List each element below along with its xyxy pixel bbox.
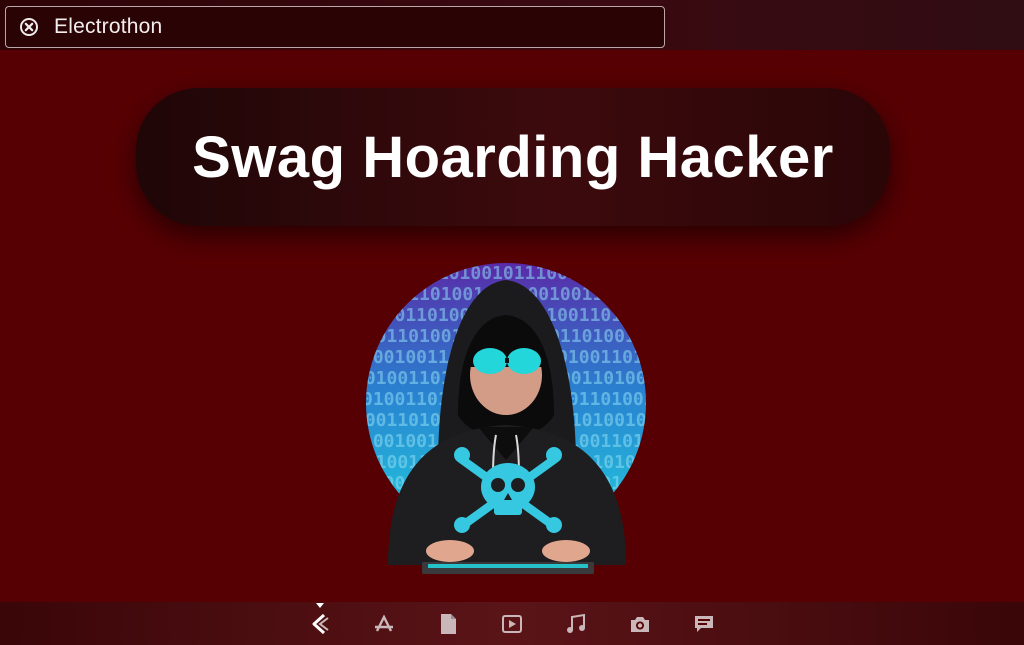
hacker-illustration: 1001001101001011100100110100101100100110… bbox=[358, 255, 658, 585]
dock-launcher[interactable] bbox=[288, 602, 352, 645]
camera-icon bbox=[629, 614, 651, 634]
top-bar: Electrothon bbox=[0, 0, 1024, 50]
window-title: Electrothon bbox=[54, 15, 163, 38]
music-icon bbox=[565, 613, 587, 635]
title-banner: Swag Hoarding Hacker bbox=[136, 88, 890, 226]
app-store-icon bbox=[373, 613, 395, 635]
dock-music[interactable] bbox=[544, 602, 608, 645]
dock-app-store[interactable] bbox=[352, 602, 416, 645]
video-player-icon bbox=[501, 614, 523, 634]
dock-documents[interactable] bbox=[416, 602, 480, 645]
document-icon bbox=[439, 613, 457, 635]
chat-icon bbox=[693, 614, 715, 634]
active-indicator bbox=[316, 603, 324, 608]
dock-chat[interactable] bbox=[672, 602, 736, 645]
window-title-bar: Electrothon bbox=[5, 6, 665, 48]
launcher-icon bbox=[309, 613, 331, 635]
bottom-dock bbox=[0, 602, 1024, 645]
close-icon[interactable] bbox=[18, 16, 40, 38]
dock-camera[interactable] bbox=[608, 602, 672, 645]
dock-video[interactable] bbox=[480, 602, 544, 645]
banner-title: Swag Hoarding Hacker bbox=[192, 124, 834, 190]
